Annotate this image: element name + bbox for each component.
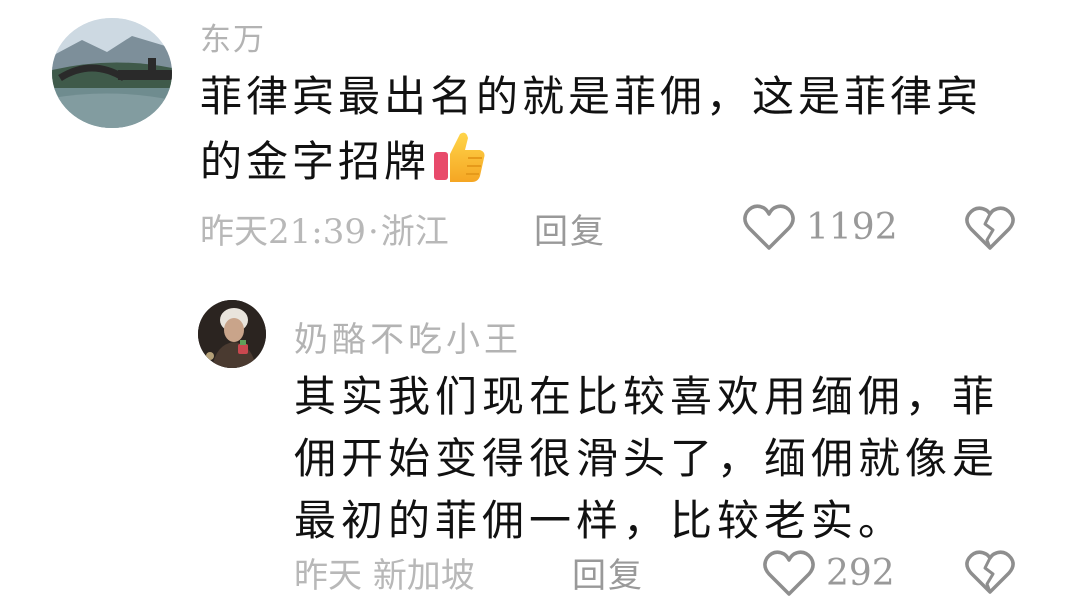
avatar[interactable] [52,18,172,128]
like-count: 1192 [806,206,898,248]
comment-body: 菲律宾最出名的就是菲佣，这是菲律宾的金字招牌 [200,66,1000,193]
like-count: 292 [826,552,895,594]
username[interactable]: 东万 [200,14,266,59]
reply-text: 其实我们现在比较喜欢用缅佣，菲佣开始变得很滑头了，缅佣就像是最初的菲佣一样，比较… [294,372,1000,545]
broken-heart-icon [965,206,1015,250]
meta-separator: · [367,212,379,252]
dislike-button[interactable] [964,204,1016,252]
like-button[interactable]: 292 [762,548,895,598]
reply-button[interactable]: 回复 [534,204,606,253]
timestamp: 昨天21:39 [200,212,366,252]
location: 新加坡 [372,556,475,596]
timestamp: 昨天 [294,556,362,596]
comment-text: 菲律宾最出名的就是菲佣，这是菲律宾的金字招牌 [200,72,983,186]
thumbs-up-icon [432,128,486,184]
reply-button[interactable]: 回复 [572,548,644,597]
avatar-person-image [198,300,266,368]
broken-heart-icon [965,550,1015,594]
username[interactable]: 奶酪不吃小王 [294,312,522,361]
like-button[interactable]: 1192 [742,202,898,252]
avatar[interactable] [198,300,266,368]
reply-meta: 昨天 新加坡 [294,548,475,597]
heart-outline-icon [743,204,795,250]
dislike-button[interactable] [964,548,1016,596]
avatar-landscape-image [52,18,172,128]
comment-meta: 昨天21:39·浙江 [200,204,449,253]
heart-outline-icon [763,550,815,596]
location: 浙江 [380,212,449,252]
